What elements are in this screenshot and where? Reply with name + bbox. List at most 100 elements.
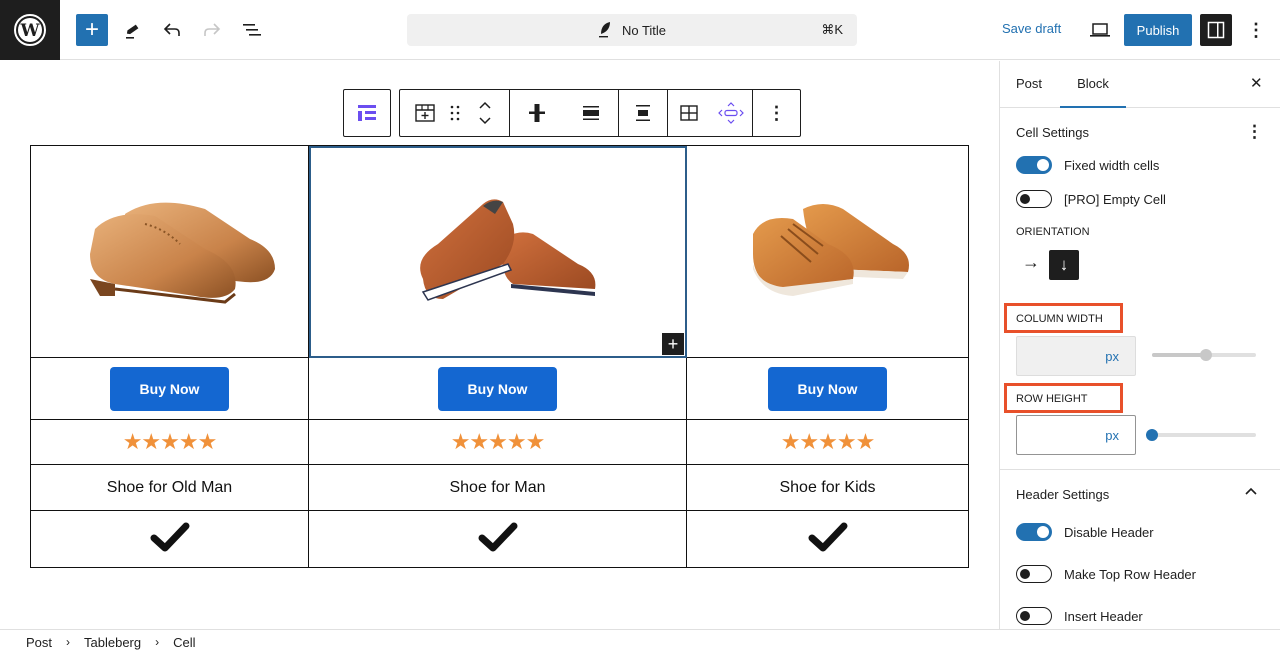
block-breadcrumb: Post › Tableberg › Cell xyxy=(0,629,1280,654)
checkmark-icon xyxy=(808,522,847,551)
header-settings-title[interactable]: Header Settings xyxy=(1016,487,1109,502)
table-cell: Buy Now xyxy=(686,357,969,420)
table-cell[interactable]: Shoe for Man xyxy=(308,464,687,511)
fixed-width-cells-toggle[interactable] xyxy=(1016,156,1052,174)
checkmark-icon xyxy=(478,522,517,551)
table-row-names: Shoe for Old Man Shoe for Man Shoe for K… xyxy=(30,464,969,511)
slider-thumb[interactable] xyxy=(1200,349,1213,361)
preview-laptop-icon[interactable] xyxy=(1088,18,1112,42)
column-width-input[interactable]: px xyxy=(1016,336,1136,376)
shoe-image-sneaker-brown xyxy=(419,199,595,301)
table-row-checks xyxy=(30,510,969,568)
table-cell[interactable]: Shoe for Old Man xyxy=(30,464,309,511)
row-height-input[interactable]: px xyxy=(1016,415,1136,455)
breadcrumb-post[interactable]: Post xyxy=(26,635,52,650)
pencil-icon[interactable] xyxy=(120,18,144,42)
table-row-ratings: ★★★★★ ★★★★★ ★★★★★ xyxy=(30,419,969,465)
settings-sidebar-toggle[interactable] xyxy=(1200,14,1232,46)
table-grid-icon[interactable] xyxy=(672,90,706,136)
cell-settings-title: Cell Settings xyxy=(1016,125,1089,140)
cell-settings-more-button[interactable]: ⋮ xyxy=(1246,122,1263,142)
orientation-horizontal-button[interactable]: → xyxy=(1022,252,1046,276)
close-sidebar-button[interactable]: ✕ xyxy=(1250,61,1263,108)
table-cell: ★★★★★ xyxy=(686,419,969,465)
orientation-label: ORIENTATION xyxy=(1016,226,1090,238)
table-cell[interactable]: Shoe for Kids xyxy=(686,464,969,511)
table-cell[interactable] xyxy=(30,510,309,568)
list-view-icon[interactable] xyxy=(240,18,264,42)
toolbar-group-insert xyxy=(510,90,619,136)
table-cell: ★★★★★ xyxy=(30,419,309,465)
breadcrumb-tableberg[interactable]: Tableberg xyxy=(84,635,141,650)
table-cell-image-2-selected[interactable]: + xyxy=(308,145,687,358)
save-draft-button[interactable]: Save draft xyxy=(1002,21,1061,36)
table-cell: ★★★★★ xyxy=(308,419,687,465)
editor-top-bar: W + No Title ⌘K Save draft Publish ⋮ xyxy=(0,0,1280,60)
checkmark-icon xyxy=(150,522,189,551)
command-palette-bar[interactable]: No Title ⌘K xyxy=(407,14,857,46)
orientation-vertical-button[interactable]: ↓ xyxy=(1049,250,1079,280)
tableberg-block-icon xyxy=(344,90,390,136)
row-height-slider[interactable] xyxy=(1146,429,1256,441)
block-toolbar: ⋮ xyxy=(399,89,801,137)
wordpress-logo[interactable]: W xyxy=(0,0,60,60)
feather-icon xyxy=(598,20,612,41)
insert-row-icon[interactable] xyxy=(574,90,608,136)
add-cell-button[interactable]: + xyxy=(662,333,684,355)
vertical-align-icon[interactable] xyxy=(626,90,660,136)
table-cell[interactable] xyxy=(686,510,969,568)
product-name: Shoe for Old Man xyxy=(106,478,233,496)
buy-now-button[interactable]: Buy Now xyxy=(438,366,557,411)
insert-column-icon[interactable] xyxy=(520,90,554,136)
cell-block-icon[interactable] xyxy=(408,90,442,136)
slider-thumb[interactable] xyxy=(1146,429,1158,441)
sidebar-icon xyxy=(1207,21,1225,39)
star-rating: ★★★★★ xyxy=(122,429,218,454)
column-width-label: COLUMN WIDTH xyxy=(1016,313,1103,325)
shoe-image-brogue xyxy=(89,202,275,304)
comparison-table: + Buy Now Buy Now Buy Now ★★★★★ ★★★★★ ★★… xyxy=(30,145,969,568)
product-name: Shoe for Man xyxy=(449,478,546,496)
drag-handle-icon[interactable] xyxy=(442,90,468,136)
star-rating: ★★★★★ xyxy=(780,429,876,454)
block-more-options-button[interactable]: ⋮ xyxy=(760,90,794,136)
toggle-label: Fixed width cells xyxy=(1064,158,1160,173)
table-cell-image-1[interactable] xyxy=(30,145,309,358)
buy-now-button[interactable]: Buy Now xyxy=(768,366,887,411)
column-width-slider[interactable] xyxy=(1152,349,1256,361)
table-cell[interactable] xyxy=(308,510,687,568)
chevron-right-icon: › xyxy=(155,635,160,649)
toolbar-group-block xyxy=(400,90,510,136)
chevron-up-icon[interactable] xyxy=(1244,485,1258,504)
undo-icon[interactable] xyxy=(160,18,184,42)
options-menu-button[interactable]: ⋮ xyxy=(1244,18,1268,42)
buy-now-button[interactable]: Buy Now xyxy=(110,366,229,411)
publish-button[interactable]: Publish xyxy=(1124,14,1192,46)
divider xyxy=(1000,469,1280,470)
disable-header-toggle[interactable] xyxy=(1016,523,1052,541)
cell-spacing-icon[interactable] xyxy=(714,90,748,136)
tab-block[interactable]: Block xyxy=(1060,61,1126,108)
table-row-images: + xyxy=(30,145,969,358)
move-up-down-buttons[interactable] xyxy=(468,90,502,136)
make-top-row-header-toggle[interactable] xyxy=(1016,565,1052,583)
star-rating: ★★★★★ xyxy=(450,429,546,454)
table-row-buttons: Buy Now Buy Now Buy Now xyxy=(30,357,969,420)
toggle-label: [PRO] Empty Cell xyxy=(1064,192,1166,207)
toolbar-group-align xyxy=(619,90,668,136)
table-cell-image-3[interactable] xyxy=(686,145,969,358)
breadcrumb-cell[interactable]: Cell xyxy=(173,635,195,650)
settings-sidebar: Post Block ✕ Cell Settings ⋮ Fixed width… xyxy=(999,61,1280,629)
add-block-button[interactable]: + xyxy=(76,14,108,46)
row-height-label: ROW HEIGHT xyxy=(1016,393,1088,405)
slider-fill xyxy=(1152,353,1207,357)
sidebar-tabs: Post Block ✕ xyxy=(1000,61,1280,108)
tab-post[interactable]: Post xyxy=(1016,61,1042,108)
unit-label: px xyxy=(1105,428,1119,443)
select-parent-block-button[interactable] xyxy=(343,89,391,137)
keyboard-shortcut: ⌘K xyxy=(821,22,843,37)
redo-icon[interactable] xyxy=(200,18,224,42)
insert-header-toggle[interactable] xyxy=(1016,607,1052,625)
empty-cell-toggle[interactable] xyxy=(1016,190,1052,208)
wordpress-icon: W xyxy=(14,14,46,46)
